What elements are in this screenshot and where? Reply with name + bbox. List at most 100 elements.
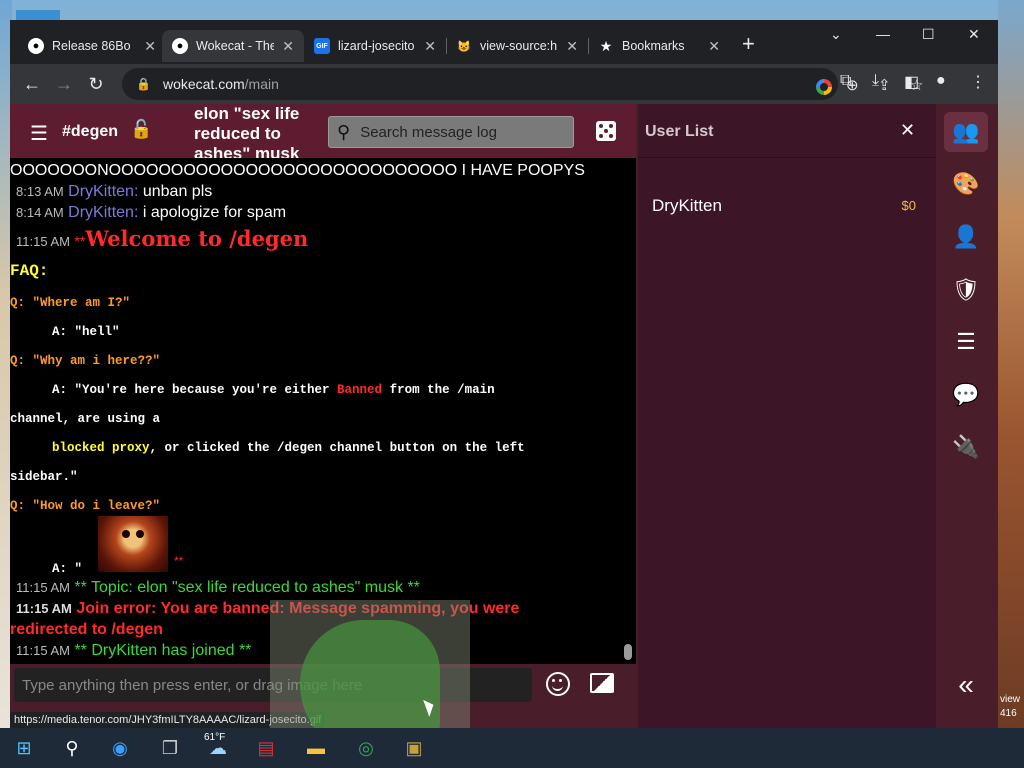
search-icon[interactable]: ⚲ <box>60 736 84 760</box>
close-icon[interactable]: ✕ <box>424 38 436 55</box>
url-host: wokecat.com <box>162 76 245 92</box>
forward-button[interactable]: → <box>52 72 76 96</box>
edge-icon[interactable]: ◉ <box>108 736 132 760</box>
news-icon[interactable]: ▤ <box>254 736 278 760</box>
faq-answer: A: "hell" <box>52 325 120 339</box>
chat-message: 8:14 AM DryKitten: i apologize for spam <box>16 204 286 222</box>
star-icon: ★ <box>599 37 613 54</box>
tab-label: Bookmarks <box>622 39 685 53</box>
collapse-chevrons-icon[interactable]: « <box>944 665 988 705</box>
menu-kebab-icon[interactable]: ⋮ <box>970 72 986 92</box>
desktop-text-2: 416 <box>1000 708 1017 719</box>
chat-scrollbar[interactable] <box>624 644 632 660</box>
plug-icon[interactable]: 🔌 <box>944 427 988 467</box>
user-list-title: User List <box>645 123 714 140</box>
welcome-heading: Welcome to /degen <box>85 226 309 251</box>
answer-text: from the /main <box>382 383 495 397</box>
windows-taskbar: ⊞ ⚲ ◉ ❐ ☁ 61°F ▤ ▬ ◎ ▣ <box>0 728 1024 768</box>
browser-toolbar: ← → ↻ 🔒 wokecat.com/main ⊕ ⇪ ☆ ⧉ ⤓ ◧ ● ⋮ <box>10 64 998 104</box>
extensions-icon[interactable]: ⧉ <box>840 72 851 90</box>
close-icon[interactable]: ✕ <box>566 38 578 55</box>
close-icon[interactable]: ✕ <box>900 120 915 141</box>
topic-message: 11:15 AM ** Topic: elon "sex life reduce… <box>16 579 420 597</box>
close-window-button[interactable]: ✕ <box>968 26 980 43</box>
timestamp: 11:15 AM <box>16 580 70 595</box>
notepad-icon[interactable]: ▣ <box>402 736 426 760</box>
channel-header: ☰ #degen 🔓 elon "sex life reduced to ash… <box>10 104 636 163</box>
user-name: DryKitten <box>652 196 722 215</box>
wokecat-page: ☰ #degen 🔓 elon "sex life reduced to ash… <box>10 104 998 728</box>
google-lens-icon[interactable] <box>816 79 832 95</box>
tab-wokecat[interactable]: ● Wokecat - The ✕ <box>162 30 304 62</box>
skull-image <box>98 516 168 572</box>
search-placeholder: Search message log <box>360 123 497 141</box>
user-list-header: User List ✕ <box>638 104 936 158</box>
stars: ** <box>174 554 184 568</box>
tab-bar: ● Release 86Box ✕ ● Wokecat - The ✕ GIF … <box>10 20 998 64</box>
chat-bubbles-icon[interactable]: 💬 <box>944 375 988 415</box>
profile-avatar-icon[interactable]: ● <box>936 72 946 90</box>
reload-button[interactable]: ↻ <box>84 72 108 96</box>
dice-icon[interactable] <box>596 121 616 141</box>
tab-label: view-source:h <box>480 39 558 53</box>
banned-text: Banned <box>337 383 383 397</box>
nickname[interactable]: DryKitten: <box>68 204 138 221</box>
new-tab-button[interactable]: + <box>742 33 755 55</box>
hamburger-menu-icon[interactable]: ☰ <box>30 121 48 146</box>
shield-icon[interactable]: 🛡 <box>944 270 988 310</box>
right-rail: 👥 🎨 👤 🛡 ☰ 💬 🔌 « <box>936 104 998 728</box>
image-upload-icon[interactable] <box>590 673 614 693</box>
tab-lizard-gif[interactable]: GIF lizard-josecito ✕ <box>304 30 446 62</box>
channel-topic: elon "sex life reduced to ashes" musk <box>194 104 300 163</box>
lock-icon: 🔒 <box>136 77 151 91</box>
file-explorer-icon[interactable]: ▬ <box>304 736 328 760</box>
search-message-log[interactable]: ⚲ Search message log <box>328 116 574 148</box>
side-panel-icon[interactable]: ◧ <box>904 72 919 92</box>
chrome-icon[interactable]: ◎ <box>354 736 378 760</box>
timestamp: 11:15 AM <box>16 234 70 249</box>
maximize-button[interactable]: ☐ <box>922 26 935 43</box>
task-view-icon[interactable]: ❐ <box>158 736 182 760</box>
emoji-icon[interactable] <box>546 672 570 696</box>
nickname[interactable]: DryKitten: <box>68 183 138 200</box>
chat-log[interactable]: OOOOOOONOOOOOOOOOOOOOOOOOOOOOOOOOOOO I H… <box>10 158 636 664</box>
faq-answer: sidebar." <box>10 470 78 484</box>
desktop-icon <box>16 10 60 20</box>
users-icon[interactable]: 👥 <box>944 112 988 152</box>
download-icon[interactable]: ⤓ <box>872 72 879 90</box>
tab-release-86box[interactable]: ● Release 86Box ✕ <box>18 30 166 62</box>
channel-name: #degen <box>62 123 119 140</box>
share-icon[interactable]: ⇪ <box>878 76 891 94</box>
tab-label: lizard-josecito <box>338 39 415 53</box>
chat-overflow-line: OOOOOOONOOOOOOOOOOOOOOOOOOOOOOOOOOOO I H… <box>10 162 585 180</box>
back-button[interactable]: ← <box>20 72 44 96</box>
tab-bookmarks[interactable]: ★ Bookmarks ✕ <box>588 30 730 62</box>
start-windows-icon[interactable]: ⊞ <box>12 736 36 760</box>
sliders-icon[interactable]: ☰ <box>944 322 988 362</box>
cat-icon: 😺 <box>457 40 471 53</box>
welcome-message: 11:15 AM **Welcome to /degen <box>16 226 308 251</box>
timestamp: 8:14 AM <box>16 205 64 220</box>
faq-heading: FAQ: <box>10 262 49 280</box>
minimize-button[interactable]: — <box>876 26 890 42</box>
join-text: ** DryKitten has joined ** <box>74 642 252 659</box>
user-list-item[interactable]: DryKitten $0 <box>652 196 916 216</box>
unlock-icon[interactable]: 🔓 <box>130 119 152 140</box>
gif-icon: GIF <box>314 38 330 54</box>
user-list-panel: User List ✕ DryKitten $0 <box>638 104 936 728</box>
user-balance: $0 <box>901 198 916 213</box>
close-icon[interactable]: ✕ <box>708 38 720 55</box>
message-text: unban pls <box>142 183 213 200</box>
palette-icon[interactable]: 🎨 <box>944 164 988 204</box>
tab-search-chevron-icon[interactable]: ⌄ <box>830 26 842 43</box>
answer-text: A: "You're here because you're either <box>52 383 338 397</box>
github-icon: ● <box>28 38 44 54</box>
profile-icon[interactable]: 👤 <box>944 217 988 257</box>
desktop-text-1: view <box>1000 694 1021 705</box>
close-icon[interactable]: ✕ <box>144 38 156 55</box>
stars: ** <box>74 233 86 249</box>
tab-view-source[interactable]: 😺 view-source:h ✕ <box>446 30 588 62</box>
timestamp: 11:15 AM <box>16 601 72 616</box>
close-icon[interactable]: ✕ <box>282 38 294 55</box>
address-bar[interactable]: 🔒 wokecat.com/main ⊕ ⇪ ☆ <box>122 68 923 100</box>
